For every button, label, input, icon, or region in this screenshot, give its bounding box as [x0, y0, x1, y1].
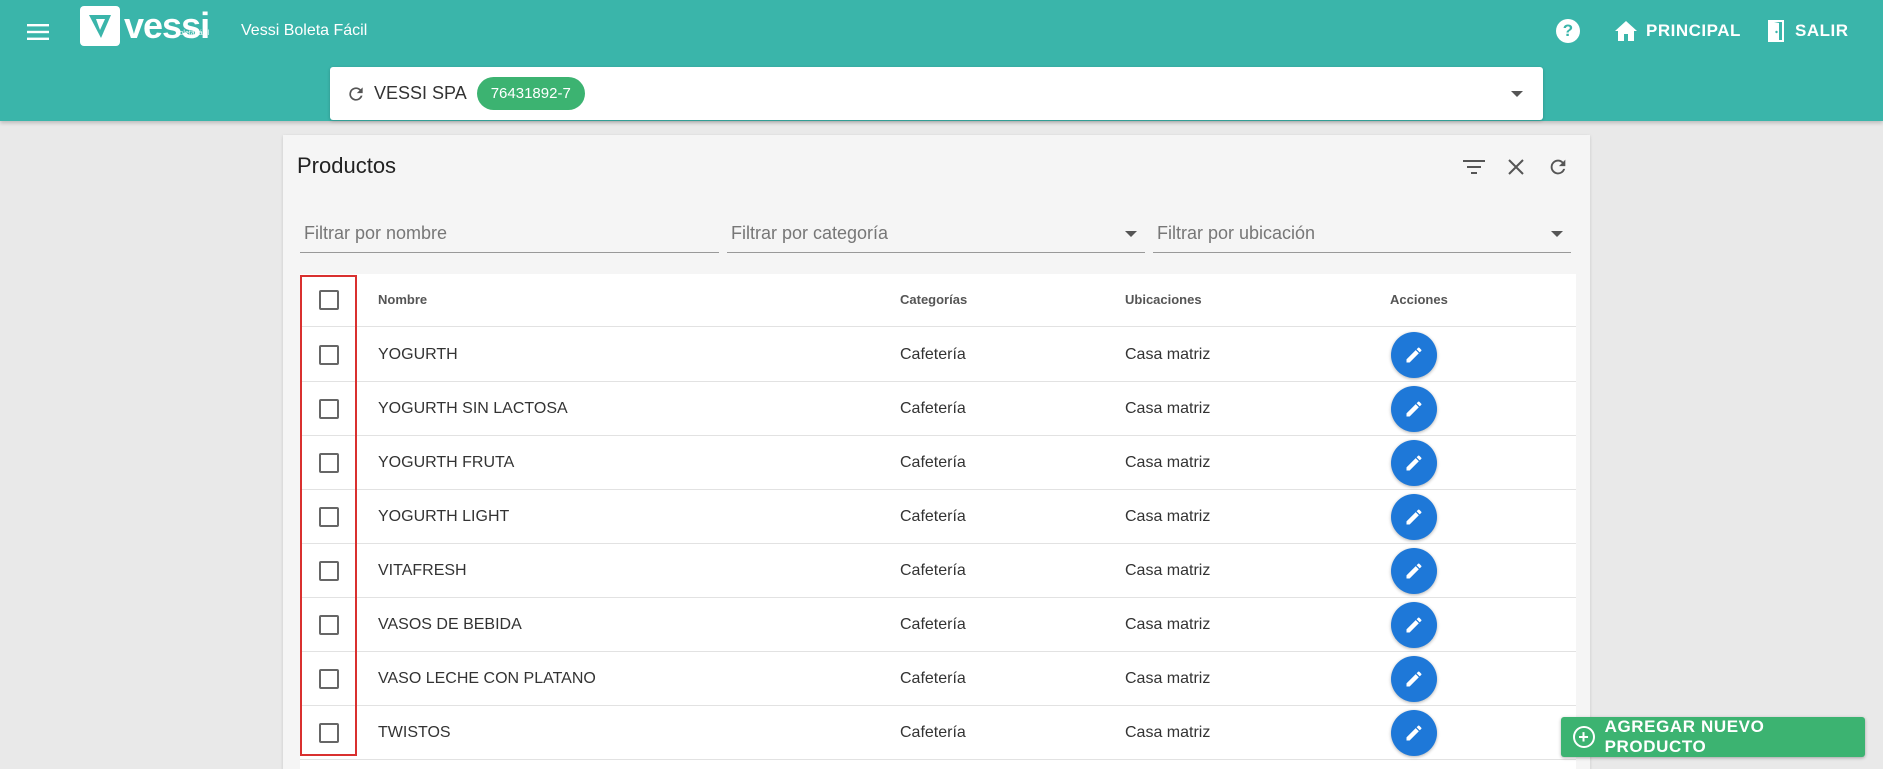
product-category: Cafetería — [900, 346, 966, 363]
add-product-button[interactable]: + AGREGAR NUEVO PRODUCTO — [1561, 717, 1865, 757]
page-title: Productos — [297, 153, 397, 178]
product-location: Casa matriz — [1125, 616, 1211, 633]
logo-text: vessi boleta fácil — [124, 8, 210, 44]
chevron-down-icon[interactable] — [1511, 91, 1523, 97]
product-location: Casa matriz — [1125, 454, 1211, 471]
table-row[interactable]: YOGURTH SIN LACTOSA Cafetería Casa matriz — [300, 382, 1576, 436]
logo-mark-icon — [80, 6, 120, 46]
chevron-down-icon[interactable] — [1125, 231, 1137, 237]
edit-button[interactable] — [1391, 710, 1437, 756]
product-category: Cafetería — [900, 562, 966, 579]
filter-category-select[interactable] — [727, 215, 1145, 253]
product-location: Casa matriz — [1125, 400, 1211, 417]
product-location: Casa matriz — [1125, 346, 1211, 363]
pencil-icon — [1406, 725, 1422, 741]
product-location: Casa matriz — [1125, 562, 1211, 579]
table-header: Nombre Categorías Ubicaciones Acciones — [300, 274, 1576, 327]
table-row[interactable]: VITAFRESH Cafetería Casa matriz — [300, 544, 1576, 598]
pencil-icon — [1406, 563, 1422, 579]
row-checkbox[interactable] — [319, 345, 339, 365]
pencil-icon — [1406, 671, 1422, 687]
filter-name-field[interactable] — [300, 215, 719, 253]
table-row[interactable]: VASO LECHE CON PLATANO Cafetería Casa matr… — [300, 652, 1576, 706]
table-row[interactable]: YOGURTH FRUTA Cafetería Casa matriz — [300, 436, 1576, 490]
column-header-categorias[interactable]: Categorías — [900, 292, 967, 307]
product-category: Cafetería — [900, 724, 966, 741]
product-category: Cafetería — [900, 616, 966, 633]
row-checkbox[interactable] — [319, 723, 339, 743]
edit-button[interactable] — [1391, 602, 1437, 648]
nav-principal-label: PRINCIPAL — [1646, 21, 1741, 40]
help-icon[interactable]: ? — [1556, 19, 1580, 43]
add-circle-icon: + — [1573, 726, 1595, 748]
nav-salir-link[interactable]: SALIR — [1767, 20, 1849, 42]
row-checkbox[interactable] — [319, 453, 339, 473]
company-name: VESSI SPA — [374, 83, 467, 103]
company-selector[interactable]: VESSI SPA 76431892-7 — [330, 67, 1543, 120]
chevron-down-icon[interactable] — [1551, 231, 1563, 237]
hamburger-menu-icon[interactable] — [22, 17, 54, 47]
filter-icon[interactable] — [1462, 155, 1486, 179]
edit-button[interactable] — [1391, 386, 1437, 432]
product-name: YOGURTH — [378, 346, 458, 363]
product-location: Casa matriz — [1125, 508, 1211, 525]
column-header-acciones: Acciones — [1390, 292, 1448, 307]
row-checkbox[interactable] — [319, 507, 339, 527]
product-name: YOGURTH FRUTA — [378, 454, 515, 471]
column-header-ubicaciones[interactable]: Ubicaciones — [1125, 292, 1202, 307]
nav-principal-link[interactable]: PRINCIPAL — [1614, 20, 1741, 42]
add-product-label: AGREGAR NUEVO PRODUCTO — [1604, 717, 1765, 756]
product-name: TWISTOS — [378, 724, 451, 741]
product-name: YOGURTH SIN LACTOSA — [378, 400, 568, 417]
close-icon[interactable] — [1504, 155, 1528, 179]
product-category: Cafetería — [900, 454, 966, 471]
product-location: Casa matriz — [1125, 724, 1211, 741]
table-row[interactable]: TWISTOS Cafetería Casa matriz — [300, 706, 1576, 760]
card-toolbar — [1462, 155, 1570, 179]
top-app-bar: vessi boleta fácil Vessi Boleta Fácil ? … — [0, 0, 1883, 121]
filter-category-input[interactable] — [727, 223, 1145, 244]
edit-button[interactable] — [1391, 332, 1437, 378]
vessi-logo[interactable]: vessi boleta fácil — [80, 6, 210, 46]
product-name: YOGURTH LIGHT — [378, 508, 510, 525]
edit-button[interactable] — [1391, 656, 1437, 702]
logo-subtitle: boleta fácil — [175, 30, 210, 37]
product-category: Cafetería — [900, 400, 966, 417]
pencil-icon — [1406, 401, 1422, 417]
refresh-icon[interactable] — [346, 84, 366, 104]
table-row[interactable]: YOGURTH LIGHT Cafetería Casa matriz — [300, 490, 1576, 544]
filter-name-input[interactable] — [300, 223, 719, 244]
pencil-icon — [1406, 455, 1422, 471]
filter-location-select[interactable] — [1153, 215, 1571, 253]
pencil-icon — [1406, 509, 1422, 525]
reload-icon[interactable] — [1546, 155, 1570, 179]
edit-button[interactable] — [1391, 548, 1437, 594]
filter-location-input[interactable] — [1153, 223, 1571, 244]
product-name: VASOS DE BEBIDA — [378, 616, 522, 633]
row-checkbox[interactable] — [319, 561, 339, 581]
product-name: VASO LECHE CON PLATANO — [378, 670, 596, 687]
product-location: Casa matriz — [1125, 670, 1211, 687]
row-checkbox[interactable] — [319, 399, 339, 419]
table-row[interactable]: VASOS DE BEBIDA Cafetería Casa matriz — [300, 598, 1576, 652]
pencil-icon — [1406, 617, 1422, 633]
product-category: Cafetería — [900, 670, 966, 687]
nav-salir-label: SALIR — [1795, 21, 1849, 40]
product-name: VITAFRESH — [378, 562, 467, 579]
products-card: Productos Nombre Categorías Ubicaciones … — [283, 135, 1590, 769]
column-header-nombre[interactable]: Nombre — [378, 292, 427, 307]
edit-button[interactable] — [1391, 440, 1437, 486]
edit-button[interactable] — [1391, 494, 1437, 540]
products-table: Nombre Categorías Ubicaciones Acciones Y… — [300, 274, 1576, 769]
home-icon — [1615, 21, 1637, 41]
row-checkbox[interactable] — [319, 615, 339, 635]
product-category: Cafetería — [900, 508, 966, 525]
table-row[interactable]: YOGURTH Cafetería Casa matriz — [300, 328, 1576, 382]
exit-door-icon — [1768, 20, 1784, 42]
app-title: Vessi Boleta Fácil — [241, 22, 368, 39]
rut-badge: 76431892-7 — [476, 77, 585, 110]
row-checkbox[interactable] — [319, 669, 339, 689]
pencil-icon — [1406, 347, 1422, 363]
select-all-checkbox[interactable] — [319, 290, 339, 310]
